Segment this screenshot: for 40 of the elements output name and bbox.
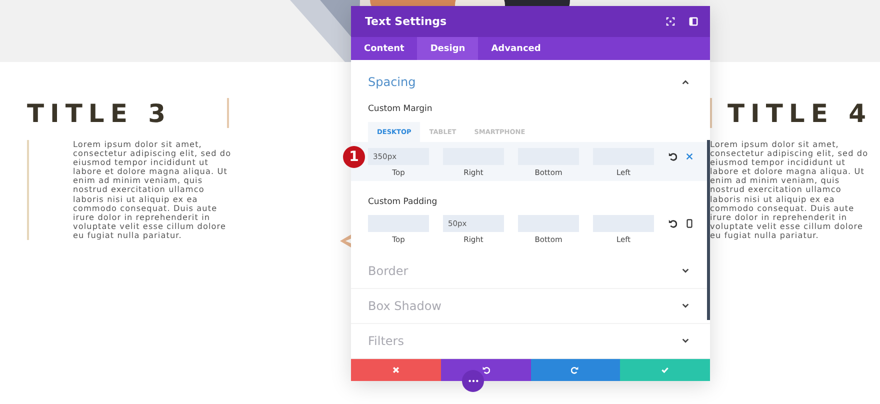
save-button[interactable] bbox=[620, 358, 710, 381]
scrollbar[interactable] bbox=[707, 140, 710, 320]
section-title[interactable]: Border bbox=[368, 264, 408, 278]
modal-title: Text Settings bbox=[365, 15, 448, 28]
phone-icon[interactable] bbox=[685, 219, 694, 228]
redo-button[interactable] bbox=[530, 358, 620, 381]
tab[interactable]: Content bbox=[351, 37, 418, 60]
redo-icon bbox=[571, 366, 580, 374]
close-icon bbox=[392, 366, 400, 374]
accent-bar bbox=[710, 98, 712, 128]
chevron-icon[interactable] bbox=[681, 79, 690, 85]
body-text: Lorem ipsum dolor sit amet, consectetur adipiscing elit, sed do eiusmod tempor incididunt ut labore et dolore magna aliqua. Ut enim ad minim veniam, quis nostrud exercitation ullamco laboris nisi ut aliquip ex ea commodo consequat. Duis aute irure dolor in reprehenderit in voluptate velit esse cillum dolore eu fugiat nulla pariatur. bbox=[73, 140, 232, 240]
input-field[interactable] bbox=[593, 215, 654, 232]
input-field[interactable] bbox=[518, 215, 579, 232]
chevron-icon[interactable] bbox=[681, 303, 690, 309]
section-title[interactable]: Filters bbox=[368, 334, 404, 348]
field-group-label: Custom Padding bbox=[367, 197, 438, 207]
field-group-label: Custom Margin bbox=[367, 104, 432, 114]
undo-icon bbox=[482, 366, 490, 374]
section-title[interactable]: Box Shadow bbox=[368, 299, 442, 313]
sidebar-icon[interactable] bbox=[689, 17, 698, 26]
step-badge: 1 bbox=[343, 146, 365, 168]
input-field[interactable] bbox=[368, 215, 429, 232]
more-icon bbox=[468, 379, 478, 383]
column-title: TITLE 4 bbox=[727, 98, 872, 128]
column-title: TITLE 3 bbox=[27, 98, 173, 128]
chevron-icon[interactable] bbox=[681, 268, 690, 274]
expand-icon[interactable] bbox=[666, 17, 675, 26]
reset-icon[interactable] bbox=[668, 152, 677, 161]
check-icon bbox=[661, 366, 670, 374]
tab[interactable]: Design bbox=[417, 37, 478, 60]
chevron-icon[interactable] bbox=[681, 338, 690, 344]
reset-icon[interactable] bbox=[668, 219, 677, 228]
accent-bar bbox=[227, 98, 229, 128]
cancel-button[interactable] bbox=[351, 358, 441, 381]
section-title[interactable]: Spacing bbox=[368, 75, 416, 89]
close-icon[interactable] bbox=[685, 152, 694, 161]
tab[interactable]: Advanced bbox=[478, 37, 554, 60]
body-text: Lorem ipsum dolor sit amet, consectetur adipiscing elit, sed do eiusmod tempor incididunt ut labore et dolore magna aliqua. Ut enim ad minim veniam, quis nostrud exercitation ullamco laboris nisi ut aliquip ex ea commodo consequat. Duis aute irure dolor in reprehenderit in voluptate velit esse cillum dolore eu fugiat nulla pariatur. bbox=[710, 140, 870, 240]
more-button[interactable] bbox=[462, 370, 484, 392]
